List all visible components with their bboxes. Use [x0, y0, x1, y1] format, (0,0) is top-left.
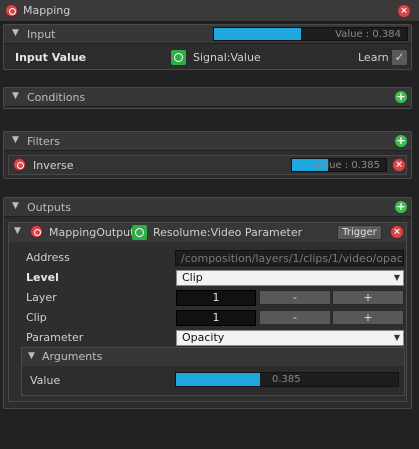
input-value-bar-text: Value : 0.384 — [335, 29, 401, 40]
window-titlebar: Mapping × — [0, 0, 419, 22]
address-label: Address — [26, 251, 70, 264]
filters-section-header[interactable]: ▼ Filters + — [4, 132, 411, 151]
input-section-title: Input — [27, 28, 56, 41]
layer-decrement-button[interactable]: - — [259, 290, 331, 305]
learn-checkbox[interactable]: ✓ — [391, 49, 408, 66]
conditions-section-header[interactable]: ▼ Conditions + — [4, 88, 411, 107]
conditions-section-title: Conditions — [27, 91, 86, 104]
mapping-output-label: MappingOutput — [49, 226, 135, 239]
argument-value-text: 0.385 — [272, 374, 301, 385]
input-value-label: Input Value — [15, 51, 87, 64]
parameter-select[interactable]: Opacity ▼ — [176, 330, 404, 346]
trigger-button[interactable]: Trigger — [337, 225, 382, 240]
argument-value-bar[interactable]: 0.385 — [175, 372, 399, 387]
signal-name: Signal:Value — [193, 51, 261, 64]
arguments-header[interactable]: ▼ Arguments — [22, 348, 404, 366]
input-section-header[interactable]: ▼ Input Value : 0.384 — [4, 25, 411, 44]
arguments-title: Arguments — [42, 350, 103, 363]
clip-number-field[interactable]: 1 — [176, 310, 256, 326]
chevron-down-icon[interactable]: ▼ — [14, 226, 21, 236]
output-target-name: Resolume:Video Parameter — [153, 226, 303, 239]
outputs-section: ▼ Outputs + ▼ MappingOutput Resolume:Vid… — [3, 197, 412, 409]
remove-output-button[interactable]: × — [390, 225, 404, 239]
output-power-icon[interactable] — [30, 225, 43, 238]
learn-label: Learn — [358, 51, 389, 64]
filter-name: Inverse — [33, 159, 74, 172]
parameter-select-value: Opacity — [182, 331, 225, 344]
level-label: Level — [26, 271, 59, 284]
filters-section: ▼ Filters + Inverse Value : 0.385 × — [3, 131, 412, 179]
clip-label: Clip — [26, 311, 47, 324]
mapping-output-panel: ▼ MappingOutput Resolume:Video Parameter… — [8, 222, 407, 402]
input-value-bar-fill — [214, 28, 301, 40]
outputs-section-title: Outputs — [27, 201, 71, 214]
level-select[interactable]: Clip ▼ — [176, 270, 404, 286]
layer-increment-button[interactable]: + — [332, 290, 404, 305]
mapping-output-header[interactable]: ▼ MappingOutput Resolume:Video Parameter… — [9, 223, 406, 242]
parameter-label: Parameter — [26, 331, 84, 344]
window-title: Mapping — [23, 4, 71, 17]
input-section: ▼ Input Value : 0.384 Input Value Signal… — [3, 24, 412, 70]
clip-increment-button[interactable]: + — [332, 310, 404, 325]
filter-value-bar-text: Value : 0.385 — [314, 160, 380, 171]
argument-value-bar-fill — [176, 373, 261, 386]
close-window-button[interactable]: × — [397, 4, 411, 18]
layer-label: Layer — [26, 291, 57, 304]
input-value-bar[interactable]: Value : 0.384 — [213, 27, 408, 41]
signal-icon[interactable] — [171, 50, 186, 65]
output-target-icon[interactable] — [132, 225, 147, 240]
layer-number-field[interactable]: 1 — [176, 290, 256, 306]
arguments-panel: ▼ Arguments Value 0.385 — [21, 347, 405, 396]
address-field[interactable]: /composition/layers/1/clips/1/video/opac… — [175, 250, 404, 266]
chevron-down-icon[interactable]: ▼ — [12, 201, 19, 211]
filters-section-title: Filters — [27, 135, 60, 148]
chevron-down-icon: ▼ — [393, 333, 400, 342]
chevron-down-icon[interactable]: ▼ — [28, 351, 35, 361]
level-select-value: Clip — [182, 271, 203, 284]
add-filter-button[interactable]: + — [395, 135, 407, 147]
filter-item-inverse: Inverse Value : 0.385 × — [8, 155, 407, 175]
filter-value-bar[interactable]: Value : 0.385 — [291, 158, 387, 172]
chevron-down-icon[interactable]: ▼ — [12, 91, 19, 101]
power-icon[interactable] — [5, 4, 18, 17]
conditions-section: ▼ Conditions + — [3, 87, 412, 109]
clip-decrement-button[interactable]: - — [259, 310, 331, 325]
add-condition-button[interactable]: + — [395, 91, 407, 103]
chevron-down-icon[interactable]: ▼ — [12, 28, 19, 38]
chevron-down-icon: ▼ — [393, 273, 400, 282]
remove-filter-button[interactable]: × — [392, 158, 406, 172]
chevron-down-icon[interactable]: ▼ — [12, 135, 19, 145]
outputs-section-header[interactable]: ▼ Outputs + — [4, 198, 411, 217]
filter-power-icon[interactable] — [13, 158, 26, 171]
argument-value-label: Value — [30, 374, 61, 387]
add-output-button[interactable]: + — [395, 201, 407, 213]
